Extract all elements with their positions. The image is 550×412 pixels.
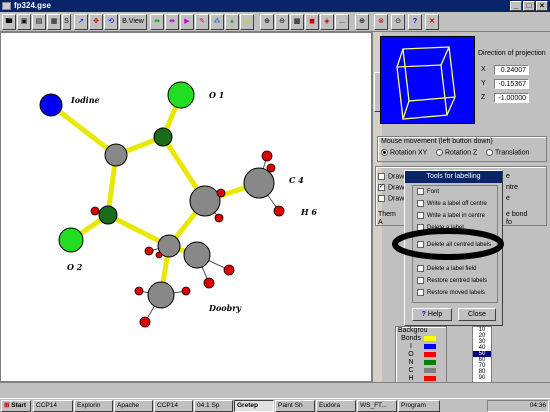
legend-item[interactable]: Bonds: [398, 335, 436, 342]
annotation-layer: [392, 228, 504, 260]
legend-item[interactable]: H: [398, 375, 436, 382]
color-swatch[interactable]: [424, 335, 436, 341]
size-list[interactable]: 10 20 30 40 50 60 70 80 90: [472, 326, 492, 386]
task-button[interactable]: Eudora: [316, 400, 356, 412]
windows-logo-icon: ⊞: [4, 402, 10, 409]
legend-item[interactable]: C: [398, 367, 436, 374]
legend-item[interactable]: O: [398, 351, 436, 358]
status-strip: [0, 382, 550, 398]
legend-item[interactable]: N: [398, 359, 436, 366]
color-legend: Backgrou Bonds I O N C H: [395, 326, 447, 384]
system-tray: 04:36: [487, 400, 549, 412]
task-button-active[interactable]: Gretep: [234, 400, 274, 412]
clock: 04:36: [529, 402, 546, 409]
color-swatch[interactable]: [424, 343, 436, 349]
task-button[interactable]: Paint Sh: [275, 400, 315, 412]
task-button[interactable]: Explorin: [74, 400, 113, 412]
task-button[interactable]: WS_FT...: [357, 400, 397, 412]
color-swatch[interactable]: [424, 351, 436, 357]
highlight-ellipse: [392, 228, 504, 260]
task-button[interactable]: Program: [398, 400, 440, 412]
task-button[interactable]: CCP14: [154, 400, 193, 412]
color-swatch[interactable]: [424, 375, 436, 381]
legend-item[interactable]: I: [398, 343, 436, 350]
color-swatch[interactable]: [424, 367, 436, 373]
task-button[interactable]: 04.1 Sp: [194, 400, 233, 412]
color-swatch[interactable]: [424, 359, 436, 365]
legend-header: Backgrou: [398, 327, 428, 334]
size-item[interactable]: 90: [473, 375, 491, 381]
start-button[interactable]: ⊞ Start: [1, 400, 31, 412]
task-button[interactable]: CCP14: [33, 400, 73, 412]
taskbar: ⊞ Start CCP14 Explorin Apache CCP14 04.1…: [0, 398, 550, 412]
task-button[interactable]: Apache: [114, 400, 153, 412]
